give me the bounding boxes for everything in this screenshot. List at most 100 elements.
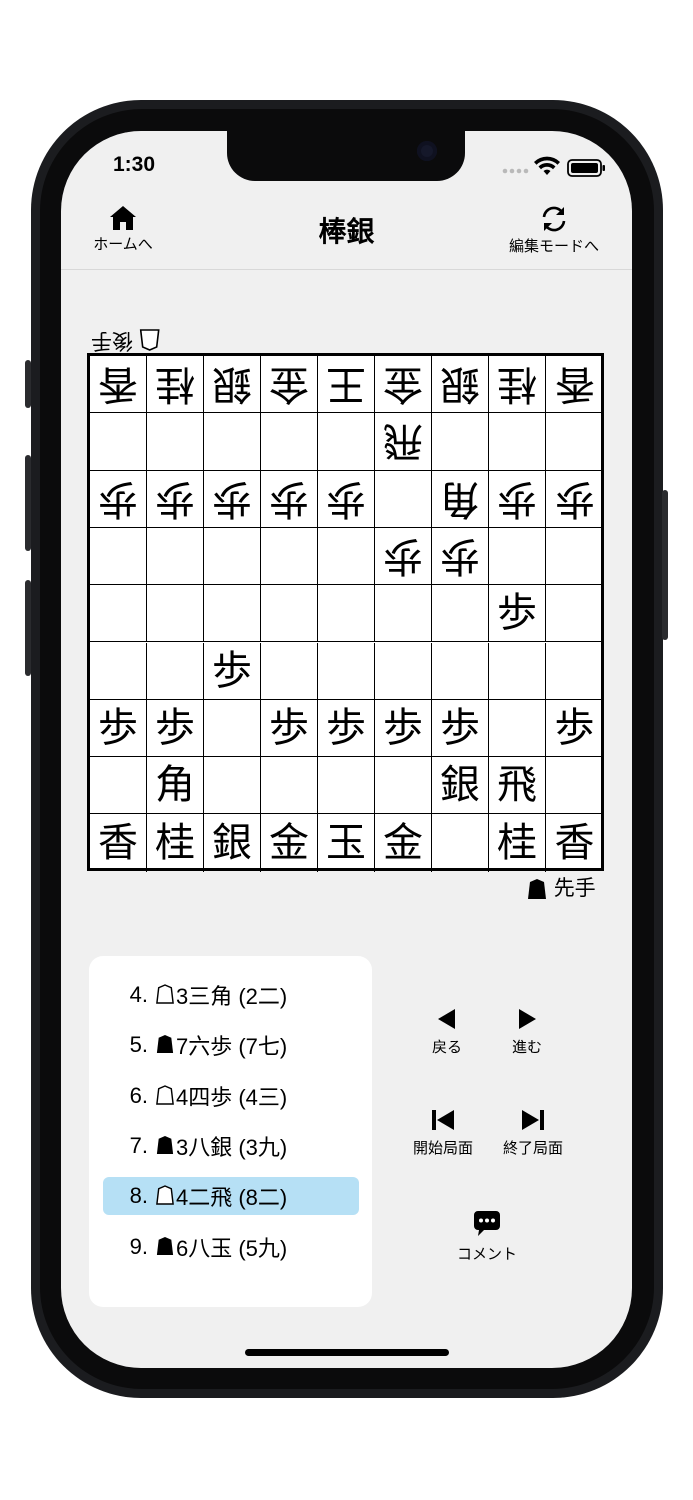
board-square[interactable]: 銀 [432, 356, 489, 414]
board-square[interactable] [432, 413, 489, 471]
board-square[interactable] [318, 413, 375, 471]
board-square[interactable]: 歩 [432, 699, 489, 758]
sente-piece[interactable]: 歩 [555, 708, 595, 748]
gote-piece[interactable]: 桂 [497, 361, 537, 407]
board-square[interactable]: 歩 [489, 585, 546, 643]
sente-piece[interactable]: 歩 [155, 708, 195, 748]
board-square[interactable]: 金 [261, 356, 318, 414]
board-square[interactable] [318, 527, 375, 586]
board-square[interactable] [204, 585, 261, 643]
board-square[interactable] [489, 642, 546, 700]
gote-piece[interactable]: 金 [383, 361, 423, 407]
board-square[interactable]: 香 [90, 356, 147, 414]
board-square[interactable] [204, 699, 261, 758]
sente-piece[interactable]: 歩 [98, 708, 138, 748]
sente-piece[interactable]: 桂 [497, 823, 537, 863]
gote-piece[interactable]: 香 [98, 361, 138, 407]
board-square[interactable]: 角 [147, 757, 204, 815]
board-square[interactable]: 歩 [318, 699, 375, 758]
gote-piece[interactable]: 歩 [212, 476, 252, 522]
move-list-item[interactable]: 8. 4二飛 (8二) [103, 1177, 359, 1216]
board-square[interactable] [318, 642, 375, 700]
board-square[interactable] [546, 585, 603, 643]
board-square[interactable]: 角 [432, 470, 489, 528]
forward-button[interactable]: 進む [499, 1008, 555, 1057]
board-square[interactable]: 桂 [489, 356, 546, 414]
board-square[interactable] [90, 527, 147, 586]
board-square[interactable]: 香 [90, 814, 147, 872]
sente-piece[interactable]: 銀 [212, 823, 252, 863]
board-square[interactable] [546, 757, 603, 815]
board-square[interactable]: 歩 [546, 700, 603, 758]
gote-piece[interactable]: 金 [269, 361, 309, 407]
board-square[interactable]: 飛 [375, 413, 432, 471]
sente-piece[interactable]: 歩 [497, 593, 537, 633]
board-square[interactable]: 歩 [90, 699, 147, 758]
gote-piece[interactable]: 香 [555, 361, 595, 407]
board-square[interactable]: 歩 [90, 470, 147, 528]
board-square[interactable] [147, 527, 204, 586]
sente-piece[interactable]: 金 [383, 823, 423, 863]
sente-piece[interactable]: 桂 [155, 823, 195, 863]
board-square[interactable] [261, 413, 318, 471]
gote-piece[interactable]: 歩 [98, 476, 138, 522]
board-square[interactable] [90, 757, 147, 815]
edit-mode-button[interactable]: 編集モードへ [501, 205, 607, 256]
move-list-item[interactable]: 4. 3三角 (2二) [103, 976, 359, 1014]
gote-piece[interactable]: 銀 [212, 361, 252, 407]
board-square[interactable] [261, 757, 318, 815]
board-square[interactable] [375, 470, 432, 528]
board-square[interactable] [90, 585, 147, 643]
board-square[interactable]: 歩 [375, 527, 432, 586]
board-square[interactable]: 玉 [318, 814, 375, 872]
board-square[interactable] [147, 585, 204, 643]
sente-piece[interactable]: 歩 [440, 708, 480, 748]
gote-piece[interactable]: 銀 [440, 361, 480, 407]
sente-piece[interactable]: 歩 [212, 651, 252, 691]
last-position-button[interactable]: 終了局面 [497, 1109, 569, 1158]
board-square[interactable]: 歩 [318, 470, 375, 528]
board-square[interactable]: 歩 [261, 470, 318, 528]
gote-piece[interactable]: 歩 [440, 533, 480, 579]
first-position-button[interactable]: 開始局面 [407, 1109, 479, 1158]
board-square[interactable]: 歩 [546, 471, 603, 528]
sente-piece[interactable]: 金 [269, 823, 309, 863]
board-square[interactable] [147, 413, 204, 471]
board-square[interactable] [375, 757, 432, 815]
board-square[interactable] [261, 642, 318, 700]
board-square[interactable] [432, 814, 489, 872]
board-square[interactable]: 歩 [147, 470, 204, 528]
home-indicator[interactable] [245, 1349, 449, 1356]
board-square[interactable] [204, 527, 261, 586]
back-button[interactable]: 戻る [419, 1008, 475, 1057]
board-square[interactable]: 銀 [204, 814, 261, 872]
gote-piece[interactable]: 角 [440, 476, 480, 522]
board-square[interactable] [375, 642, 432, 700]
move-list-item[interactable]: 7. 3八銀 (3九) [103, 1127, 359, 1165]
move-list-item[interactable]: 5. 7六歩 (7七) [103, 1026, 359, 1064]
sente-piece[interactable]: 歩 [326, 708, 366, 748]
gote-piece[interactable]: 歩 [269, 476, 309, 522]
board-square[interactable]: 桂 [147, 356, 204, 414]
board-square[interactable] [375, 585, 432, 643]
gote-piece[interactable]: 王 [326, 361, 366, 407]
board-square[interactable]: 歩 [432, 527, 489, 586]
board-square[interactable] [147, 642, 204, 700]
sente-piece[interactable]: 玉 [326, 823, 366, 863]
board-square[interactable] [546, 528, 603, 586]
board-square[interactable]: 銀 [204, 356, 261, 414]
board-square[interactable] [489, 699, 546, 758]
board-square[interactable]: 金 [375, 356, 432, 414]
board-square[interactable]: 歩 [375, 699, 432, 758]
board-square[interactable]: 金 [375, 814, 432, 872]
sente-piece[interactable]: 香 [555, 823, 595, 863]
board-square[interactable]: 香 [546, 356, 603, 414]
board-square[interactable]: 歩 [204, 470, 261, 528]
board-square[interactable]: 桂 [147, 814, 204, 872]
board-square[interactable]: 歩 [147, 699, 204, 758]
board-square[interactable]: 歩 [261, 699, 318, 758]
board-square[interactable] [489, 413, 546, 471]
board-square[interactable]: 銀 [432, 757, 489, 815]
board-square[interactable] [546, 413, 603, 471]
board-square[interactable] [204, 413, 261, 471]
